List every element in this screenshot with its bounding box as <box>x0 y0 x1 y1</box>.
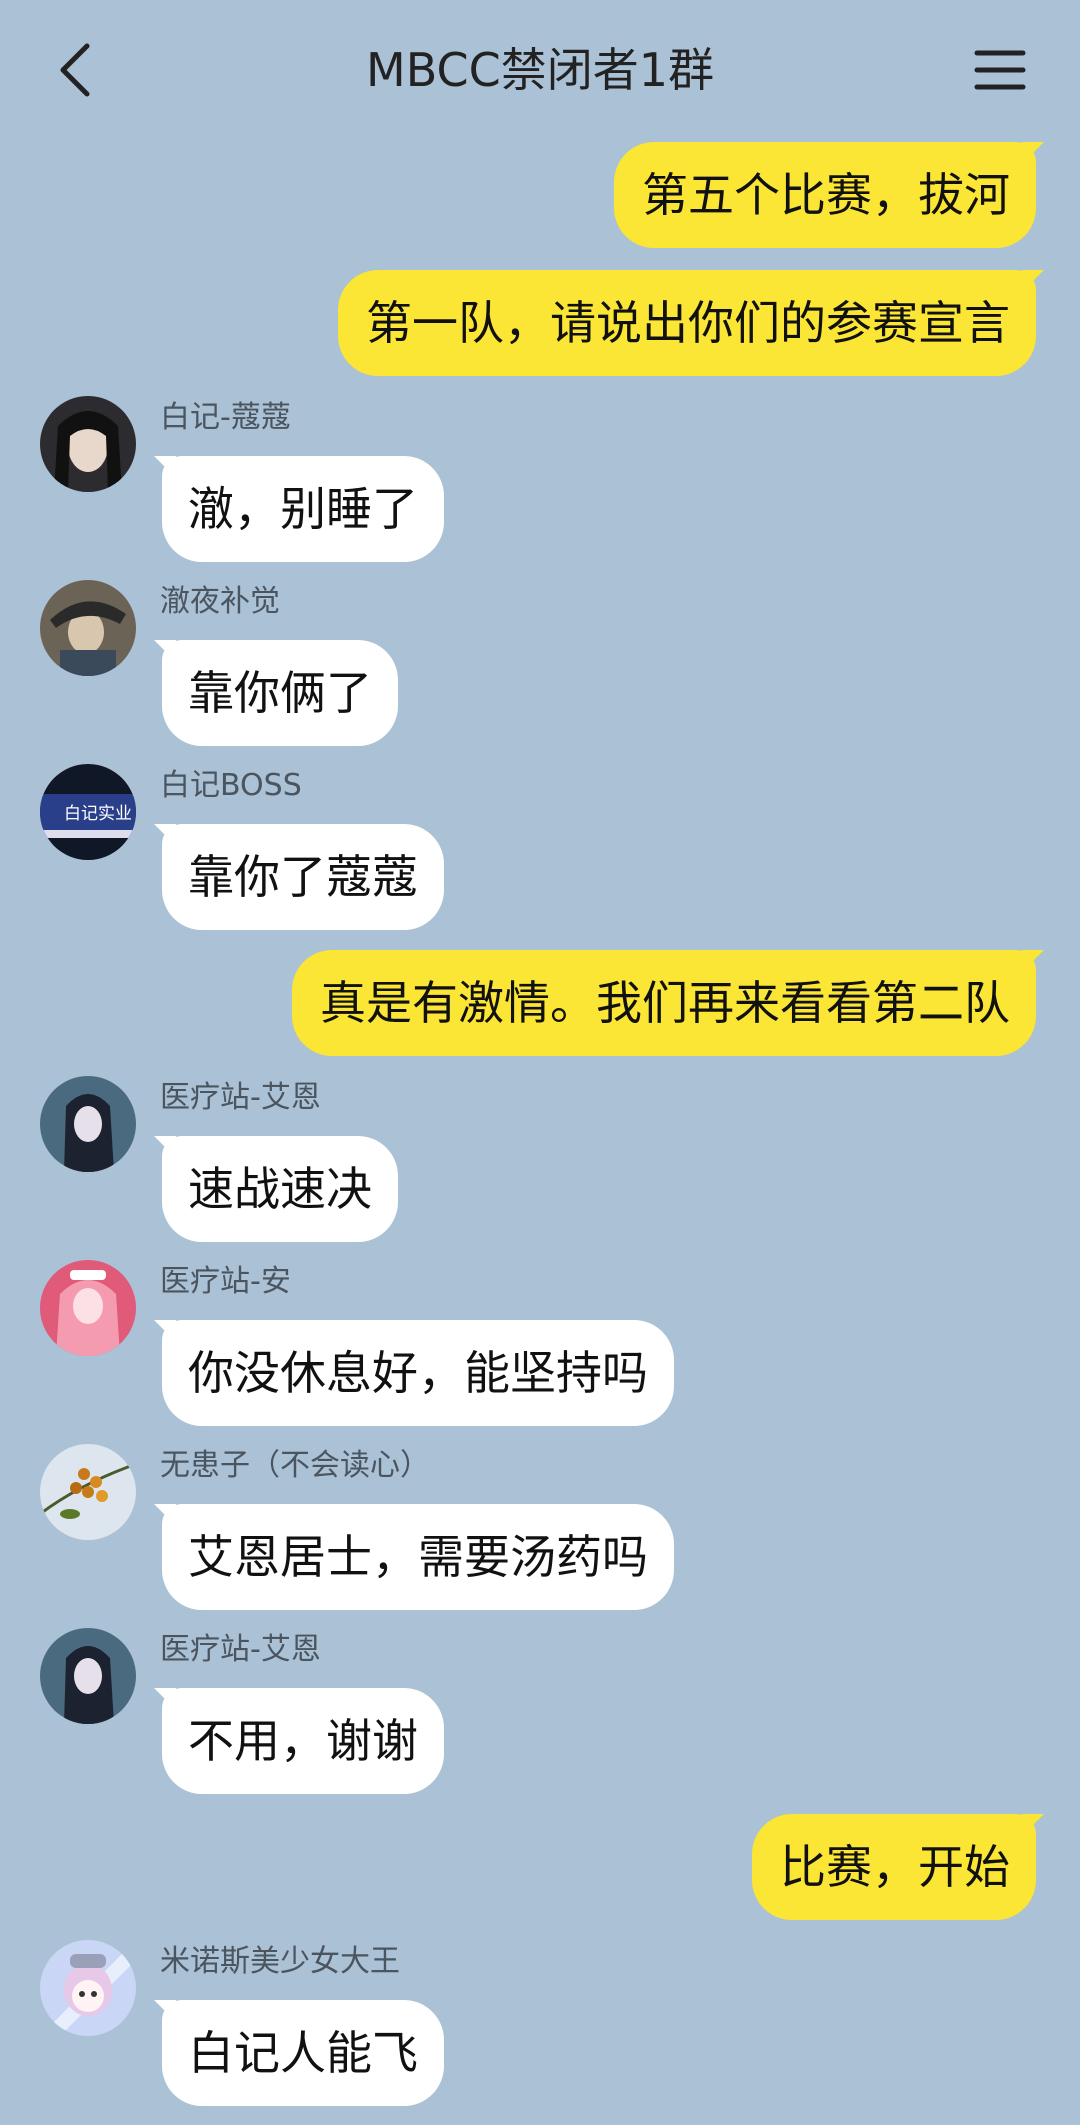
avatar[interactable] <box>40 1260 136 1356</box>
incoming-message-bubble[interactable]: 靠你俩了 <box>154 640 398 746</box>
avatar[interactable]: 白记实业 <box>40 764 136 860</box>
sender-name: 无患子（不会读心） <box>160 1448 430 1483</box>
incoming-message: 医疗站-安 你没休息好，能坚持吗 <box>0 1260 1080 1430</box>
top-bar: MBCC禁闭者1群 <box>0 0 1080 140</box>
avatar[interactable] <box>40 1628 136 1724</box>
outgoing-message-bubble[interactable]: 第一队，请说出你们的参赛宣言 <box>338 270 1044 376</box>
incoming-message: 无患子（不会读心） 艾恩居士，需要汤药吗 <box>0 1444 1080 1614</box>
sender-name: 医疗站-艾恩 <box>160 1080 321 1115</box>
incoming-message: 白记-蔻蔻 澈，别睡了 <box>0 396 1080 566</box>
sender-name: 白记-蔻蔻 <box>160 400 291 435</box>
hamburger-menu-icon <box>974 50 1026 90</box>
avatar[interactable] <box>40 1940 136 2036</box>
sender-name: 医疗站-艾恩 <box>160 1632 321 1667</box>
outgoing-message-bubble[interactable]: 第五个比赛，拔河 <box>614 142 1044 248</box>
incoming-message-bubble[interactable]: 白记人能飞 <box>154 2000 444 2106</box>
sender-name: 米诺斯美少女大王 <box>160 1944 400 1979</box>
incoming-message-bubble[interactable]: 你没休息好，能坚持吗 <box>154 1320 674 1426</box>
incoming-message: 医疗站-艾恩 速战速决 <box>0 1076 1080 1246</box>
chat-title: MBCC禁闭者1群 <box>366 43 714 97</box>
avatar[interactable] <box>40 396 136 492</box>
incoming-message-bubble[interactable]: 速战速决 <box>154 1136 398 1242</box>
sender-name: 白记BOSS <box>160 768 302 803</box>
outgoing-message-bubble[interactable]: 真是有激情。我们再来看看第二队 <box>292 950 1044 1056</box>
incoming-message-bubble[interactable]: 不用，谢谢 <box>154 1688 444 1794</box>
incoming-message: 医疗站-艾恩 不用，谢谢 <box>0 1628 1080 1798</box>
incoming-message: 澈夜补觉 靠你俩了 <box>0 580 1080 750</box>
avatar-sign-text: 白记实业 <box>64 804 132 824</box>
sender-name: 医疗站-安 <box>160 1264 291 1299</box>
menu-button[interactable] <box>970 40 1030 100</box>
sender-name: 澈夜补觉 <box>160 584 280 619</box>
incoming-message: 白记实业 白记BOSS 靠你了蔻蔻 <box>0 764 1080 934</box>
avatar[interactable] <box>40 1076 136 1172</box>
avatar[interactable] <box>40 1444 136 1540</box>
avatar[interactable] <box>40 580 136 676</box>
incoming-message: 米诺斯美少女大王 白记人能飞 <box>0 1940 1080 2110</box>
outgoing-message-bubble[interactable]: 比赛，开始 <box>752 1814 1044 1920</box>
incoming-message-bubble[interactable]: 艾恩居士，需要汤药吗 <box>154 1504 674 1610</box>
incoming-message-bubble[interactable]: 靠你了蔻蔻 <box>154 824 444 930</box>
incoming-message-bubble[interactable]: 澈，别睡了 <box>154 456 444 562</box>
